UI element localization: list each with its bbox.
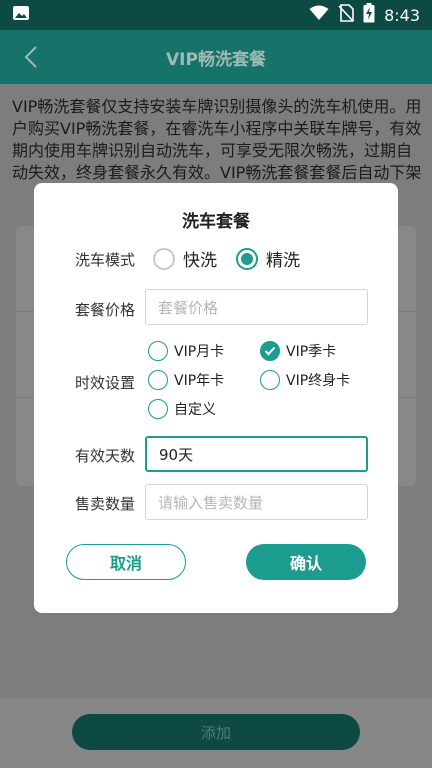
- option-vip-yearly[interactable]: VIP年卡: [148, 370, 224, 390]
- app-header: VIP畅洗套餐: [0, 30, 432, 84]
- price-input[interactable]: 套餐价格: [145, 289, 368, 325]
- radio-unchecked-icon: [153, 247, 175, 270]
- option-vip-monthly[interactable]: VIP月卡: [148, 341, 224, 361]
- days-label: 有效天数: [75, 447, 136, 465]
- status-bar: 8:43: [0, 0, 432, 30]
- back-button[interactable]: [14, 40, 48, 74]
- radio-label: 精洗: [266, 251, 300, 271]
- days-value: 90天: [159, 445, 194, 464]
- no-sim-icon: [338, 4, 354, 26]
- option-label: VIP年卡: [174, 373, 225, 389]
- option-label: VIP季卡: [286, 344, 337, 360]
- quantity-label: 售卖数量: [75, 495, 136, 513]
- option-vip-lifetime[interactable]: VIP终身卡: [260, 370, 350, 390]
- wifi-icon: [309, 5, 329, 25]
- clock: 8:43: [384, 5, 420, 25]
- price-placeholder: 套餐价格: [158, 298, 219, 317]
- wash-mode-label: 洗车模式: [75, 251, 136, 269]
- radio-label: 快洗: [183, 251, 217, 271]
- quantity-input[interactable]: 请输入售卖数量: [145, 484, 368, 520]
- battery-charging-icon: [363, 3, 375, 27]
- quantity-placeholder: 请输入售卖数量: [158, 493, 264, 512]
- circle-unchecked-icon: [260, 370, 280, 390]
- option-label: 自定义: [174, 402, 216, 418]
- radio-checked-icon: [236, 247, 258, 270]
- radio-quick-wash[interactable]: 快洗: [153, 246, 217, 271]
- dialog-title: 洗车套餐: [182, 212, 250, 232]
- radio-fine-wash[interactable]: 精洗: [236, 246, 300, 271]
- circle-unchecked-icon: [148, 370, 168, 390]
- days-input[interactable]: 90天: [145, 436, 368, 472]
- check-circle-icon: [260, 341, 280, 361]
- circle-unchecked-icon: [148, 341, 168, 361]
- chevron-left-icon: [24, 46, 37, 68]
- circle-unchecked-icon: [148, 399, 168, 419]
- package-description: VIP畅洗套餐仅支持安装车牌识别摄像头的洗车机使用。用户购买VIP畅洗套餐，在睿…: [12, 97, 422, 182]
- page-title: VIP畅洗套餐: [166, 49, 266, 70]
- image-notification-icon: [12, 4, 30, 26]
- add-button[interactable]: 添加: [72, 714, 360, 750]
- cancel-button[interactable]: 取消: [66, 544, 186, 580]
- wash-package-dialog: 洗车套餐 洗车模式 快洗 精洗 套餐价格 套餐价格 时效设置 VIP月卡 VIP…: [34, 183, 398, 613]
- price-label: 套餐价格: [75, 301, 136, 319]
- option-label: VIP月卡: [174, 344, 225, 360]
- validity-label: 时效设置: [75, 374, 136, 392]
- option-custom[interactable]: 自定义: [148, 399, 216, 419]
- option-vip-quarterly[interactable]: VIP季卡: [260, 341, 336, 361]
- confirm-button[interactable]: 确认: [246, 544, 366, 580]
- option-label: VIP终身卡: [286, 373, 351, 389]
